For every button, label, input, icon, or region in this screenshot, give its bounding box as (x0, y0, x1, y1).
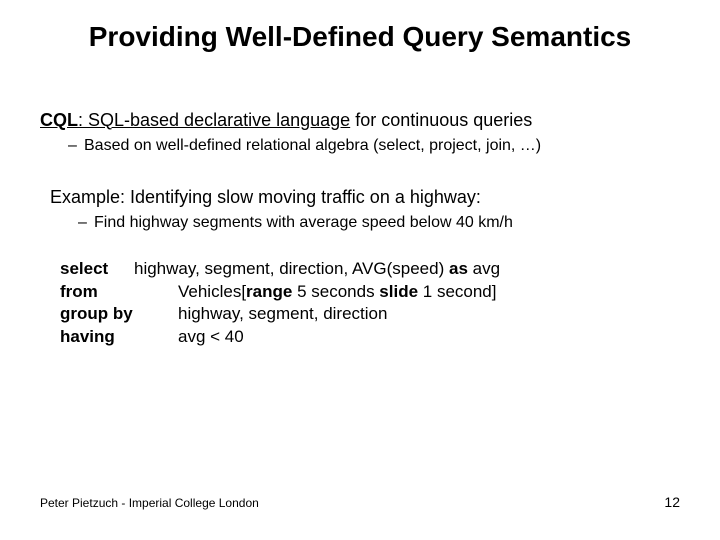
intro-lead-tail: for continuous queries (350, 110, 532, 130)
intro-lead-bold: CQL (40, 110, 78, 130)
slide-body: CQL: SQL-based declarative language for … (0, 110, 720, 350)
val-group: highway, segment, direction (178, 303, 387, 326)
query-from-row: from Vehicles[range 5 seconds slide 1 se… (60, 281, 680, 304)
query-having-row: having avg < 40 (60, 326, 680, 349)
intro-line: CQL: SQL-based declarative language for … (40, 110, 680, 131)
example-bullet-text: Find highway segments with average speed… (94, 214, 513, 231)
footer-author: Peter Pietzuch - Imperial College London (40, 496, 259, 510)
val-select: highway, segment, direction, AVG(speed) … (134, 258, 500, 281)
intro-bullet: –Based on well-defined relational algebr… (40, 137, 680, 155)
kw-range: range (246, 282, 292, 301)
kw-select: select (60, 258, 134, 281)
kw-as: as (449, 259, 468, 278)
val-having: avg < 40 (178, 326, 244, 349)
kw-slide: slide (379, 282, 418, 301)
val-select-post: avg (468, 259, 500, 278)
example-heading: Example: Identifying slow moving traffic… (50, 187, 680, 208)
kw-having: having (60, 326, 178, 349)
kw-from: from (60, 281, 178, 304)
query-block: select highway, segment, direction, AVG(… (60, 258, 680, 350)
intro-lead-rest: : SQL-based declarative language (78, 110, 350, 130)
dash-icon: – (78, 214, 94, 232)
query-select-row: select highway, segment, direction, AVG(… (60, 258, 680, 281)
val-select-pre: highway, segment, direction, AVG(speed) (134, 259, 449, 278)
val-from-pre: Vehicles[ (178, 282, 246, 301)
example-bullet: –Find highway segments with average spee… (40, 214, 680, 232)
val-from: Vehicles[range 5 seconds slide 1 second] (178, 281, 497, 304)
kw-group: group by (60, 303, 178, 326)
intro-bullet-text: Based on well-defined relational algebra… (84, 137, 541, 154)
dash-icon: – (68, 137, 84, 155)
slide: Providing Well-Defined Query Semantics C… (0, 0, 720, 540)
slide-title: Providing Well-Defined Query Semantics (0, 0, 720, 54)
page-number: 12 (664, 494, 680, 510)
val-from-mid: 5 seconds (292, 282, 379, 301)
query-group-row: group by highway, segment, direction (60, 303, 680, 326)
val-from-tail: 1 second] (418, 282, 496, 301)
